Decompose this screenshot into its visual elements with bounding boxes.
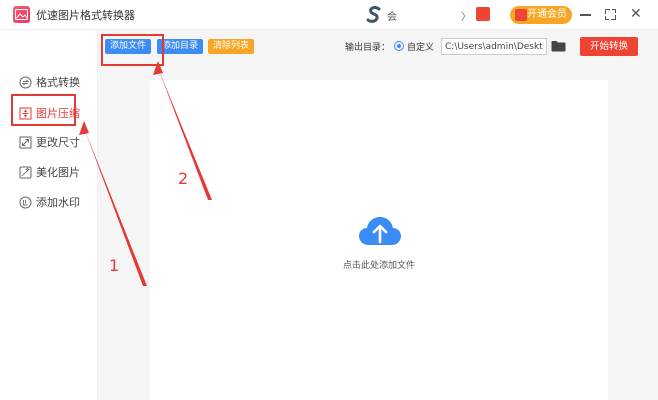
- custom-dir-label[interactable]: 自定义: [407, 40, 434, 53]
- annotation-step-1-number: 1: [109, 256, 120, 275]
- sidebar-item-label: 添加水印: [36, 196, 80, 209]
- vip-flag-icon[interactable]: [476, 7, 490, 21]
- folder-icon[interactable]: [551, 40, 566, 52]
- watermark-icon: [19, 196, 32, 208]
- user-name[interactable]: 会: [387, 8, 397, 23]
- drop-hint-text: 点击此处添加文件: [342, 261, 415, 271]
- clear-list-button[interactable]: 清除列表: [208, 39, 254, 54]
- sidebar-item-resize[interactable]: 更改尺寸: [19, 134, 80, 150]
- format-convert-icon: [19, 76, 32, 88]
- vip-button-label: 开通会员: [527, 9, 567, 20]
- vip-badge-icon: [515, 9, 527, 21]
- custom-dir-radio[interactable]: [394, 41, 404, 51]
- toolbar: 添加文件 添加目录 清除列表 输出目录： 自定义 开始转换: [98, 30, 658, 64]
- app-title: 优速图片格式转换器: [36, 9, 135, 22]
- sidebar-item-format-convert[interactable]: 格式转换: [19, 74, 80, 90]
- sidebar-item-label: 更改尺寸: [36, 136, 80, 149]
- cloud-upload-icon: [359, 217, 401, 245]
- open-vip-button[interactable]: 开通会员: [510, 6, 572, 24]
- sidebar-item-watermark[interactable]: 添加水印: [19, 194, 80, 210]
- maximize-icon[interactable]: [605, 9, 616, 20]
- minimize-icon[interactable]: [580, 14, 591, 16]
- output-dir-label: 输出目录：: [345, 43, 391, 53]
- sidebar-item-beautify[interactable]: 美化图片: [19, 164, 80, 180]
- beautify-icon: [19, 166, 32, 178]
- resize-icon: [19, 136, 32, 148]
- close-icon[interactable]: ✕: [630, 6, 642, 22]
- annotation-box-step-2: [101, 34, 164, 66]
- title-bar: 优速图片格式转换器 会 〉 开通会员 ✕: [0, 0, 658, 30]
- file-drop-zone[interactable]: 点击此处添加文件: [150, 80, 608, 400]
- annotation-step-2-number: 2: [178, 169, 189, 188]
- start-convert-button[interactable]: 开始转换: [580, 37, 638, 56]
- annotation-box-step-1: [11, 94, 76, 126]
- output-path-input[interactable]: [441, 38, 547, 55]
- sidebar-item-label: 美化图片: [36, 166, 80, 179]
- sidebar-item-label: 格式转换: [36, 76, 80, 89]
- sidebar: 格式转换 图片压缩 更改尺寸 美化图片 添加水印: [0, 30, 98, 400]
- app-logo-icon: [13, 6, 30, 23]
- chevron-right-icon[interactable]: 〉: [461, 8, 471, 23]
- user-logo-icon: [366, 6, 381, 23]
